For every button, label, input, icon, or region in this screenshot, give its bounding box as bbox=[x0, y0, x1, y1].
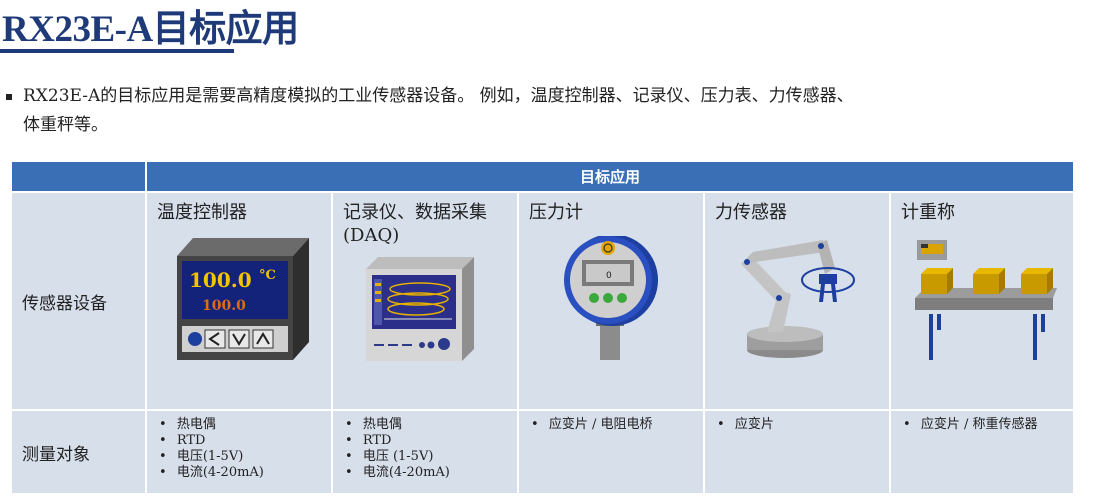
intro-line-1: RX23E-A的目标应用是需要高精度模拟的工业传感器设备。 例如，温度控制器、记… bbox=[23, 86, 854, 106]
list-item: 热电偶 bbox=[159, 417, 331, 433]
temperature-controller-icon: 100.0 °C 100.0 bbox=[177, 238, 309, 360]
list-item: RTD bbox=[345, 433, 517, 449]
temp-sub-readout: 100.0 bbox=[202, 298, 246, 314]
targets-data-recorder: 热电偶 RTD 电压 (1-5V) 电流(4-20mA) bbox=[333, 409, 517, 493]
row-label-measurement-target: 测量对象 bbox=[12, 409, 145, 493]
list-item: 应变片 / 称重传感器 bbox=[903, 417, 1073, 433]
list-item: 应变片 bbox=[717, 417, 889, 433]
robot-arm-icon bbox=[741, 240, 855, 358]
column-name: 压力计 bbox=[529, 202, 583, 223]
table-header: 目标应用 bbox=[147, 162, 1073, 191]
cell-force-sensor: 力传感器 bbox=[705, 191, 889, 409]
targets-weighing-scale: 应变片 / 称重传感器 bbox=[891, 409, 1073, 493]
temp-main-readout: 100.0 bbox=[189, 268, 252, 292]
title-underline bbox=[0, 49, 234, 53]
list-item: 电压 (1-5V) bbox=[345, 449, 517, 465]
column-name-line-1: 记录仪、数据采集 bbox=[343, 202, 487, 223]
cell-data-recorder: 记录仪、数据采集 (DAQ) bbox=[333, 191, 517, 409]
target-list: 热电偶 RTD 电压(1-5V) 电流(4-20mA) bbox=[147, 417, 331, 481]
target-list: 应变片 bbox=[705, 417, 889, 433]
list-item: 应变片 / 电阻电桥 bbox=[531, 417, 703, 433]
cell-weighing-scale: 计重称 bbox=[891, 191, 1073, 409]
intro-paragraph: RX23E-A的目标应用是需要高精度模拟的工业传感器设备。 例如，温度控制器、记… bbox=[23, 82, 1101, 140]
list-item: 电流(4-20mA) bbox=[345, 465, 517, 481]
header-corner bbox=[12, 162, 145, 191]
cell-pressure-gauge: 压力计 0 bbox=[519, 191, 703, 409]
column-name: 温度控制器 bbox=[157, 202, 247, 223]
intro-line-2: 体重秤等。 bbox=[23, 115, 108, 135]
bullet-marker bbox=[6, 94, 12, 100]
target-list: 应变片 / 称重传感器 bbox=[891, 417, 1073, 433]
column-name: 力传感器 bbox=[715, 202, 787, 223]
list-item: 电流(4-20mA) bbox=[159, 465, 331, 481]
targets-temperature-controller: 热电偶 RTD 电压(1-5V) 电流(4-20mA) bbox=[147, 409, 331, 493]
data-recorder-icon bbox=[366, 257, 474, 361]
list-item: 热电偶 bbox=[345, 417, 517, 433]
target-application-table: 目标应用 传感器设备 温度控制器 100.0 °C 100.0 记录仪、数据采集… bbox=[10, 162, 1075, 493]
targets-pressure-gauge: 应变片 / 电阻电桥 bbox=[519, 409, 703, 493]
cell-temperature-controller: 温度控制器 100.0 °C 100.0 bbox=[147, 191, 331, 409]
target-list: 热电偶 RTD 电压 (1-5V) 电流(4-20mA) bbox=[333, 417, 517, 481]
gauge-readout: 0 bbox=[606, 271, 612, 281]
weighing-scale-icon bbox=[915, 240, 1057, 360]
row-label-sensor-device: 传感器设备 bbox=[12, 191, 145, 409]
target-list: 应变片 / 电阻电桥 bbox=[519, 417, 703, 433]
targets-force-sensor: 应变片 bbox=[705, 409, 889, 493]
page-title: RX23E-A目标应用 bbox=[2, 9, 299, 50]
column-name-line-2: (DAQ) bbox=[343, 225, 400, 246]
pressure-gauge-icon: 0 bbox=[564, 236, 658, 360]
column-name: 记录仪、数据采集 (DAQ) bbox=[333, 193, 517, 247]
column-name: 计重称 bbox=[901, 202, 955, 223]
list-item: RTD bbox=[159, 433, 331, 449]
temp-unit: °C bbox=[259, 268, 276, 283]
list-item: 电压(1-5V) bbox=[159, 449, 331, 465]
